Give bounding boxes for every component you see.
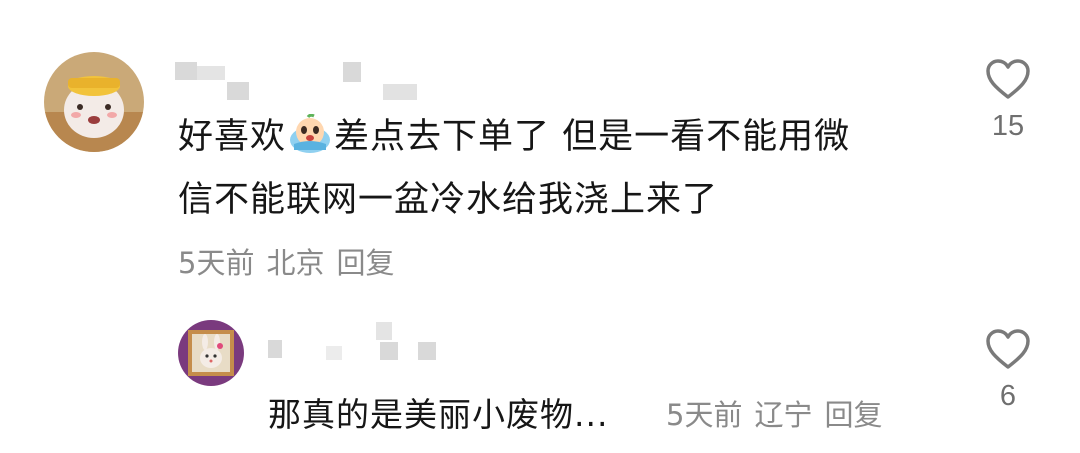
comment-like-count: 15 (991, 110, 1025, 142)
reply-meta: 5天前 辽宁 回复 (666, 392, 882, 434)
comment-body: 好喜欢 差点去下单了 但是一看不能用微 信不能联网一盆冷水给我浇上来了 (178, 106, 958, 232)
comment-line-2: 信不能联网一盆冷水给我浇上来了 (178, 180, 719, 220)
comment-line-1: 好喜欢 差点去下单了 但是一看不能用微 (178, 106, 958, 169)
replier-username-blurred[interactable] (268, 322, 448, 362)
comment-meta: 5天前 北京 回复 (178, 240, 394, 282)
reply-time: 5天前 (666, 398, 743, 432)
heart-icon[interactable] (985, 58, 1031, 100)
reply-text: 那真的是美丽小废物... (268, 395, 609, 434)
comment-location: 北京 (266, 246, 325, 280)
comment-time: 5天前 (178, 246, 255, 280)
crying-face-emoji-icon (288, 112, 332, 153)
heart-icon[interactable] (985, 328, 1031, 370)
reply-location: 辽宁 (754, 398, 813, 432)
reply-like-button[interactable]: 6 (978, 328, 1038, 413)
commenter-username-blurred[interactable] (175, 62, 425, 102)
reply-reply-button[interactable]: 回复 (824, 398, 882, 432)
comment-like-button[interactable]: 15 (978, 58, 1038, 143)
reply-like-count: 6 (999, 380, 1017, 412)
commenter-avatar[interactable] (44, 52, 144, 152)
comment-reply-button[interactable]: 回复 (336, 246, 394, 280)
reply-body: 那真的是美丽小废物... (268, 388, 608, 436)
replier-avatar[interactable] (178, 320, 244, 386)
